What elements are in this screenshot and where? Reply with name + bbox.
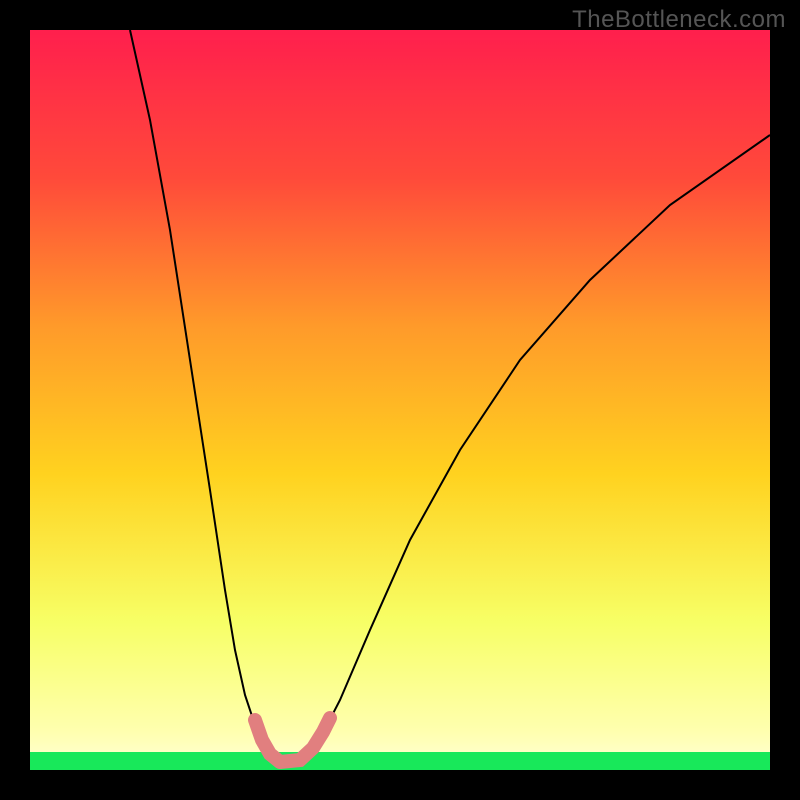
gradient-background [30,30,770,770]
chart-svg [30,30,770,770]
green-target-band [30,752,770,770]
plot-area [30,30,770,770]
chart-frame: TheBottleneck.com [0,0,800,800]
